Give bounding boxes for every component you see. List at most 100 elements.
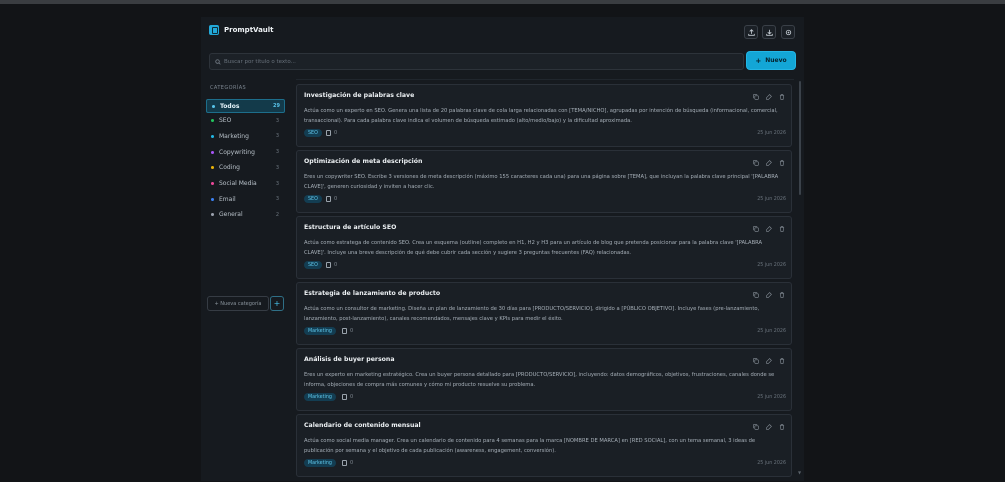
- prompt-title: Optimización de meta descripción: [304, 158, 423, 165]
- prompt-card[interactable]: Investigación de palabras clave Actúa com…: [296, 84, 792, 147]
- prompt-text: Eres un copywriter SEO. Escribe 3 versio…: [304, 174, 779, 190]
- trash-icon[interactable]: [779, 358, 785, 364]
- prompt-title: Análisis de buyer persona: [304, 356, 395, 363]
- copy-icon[interactable]: [753, 226, 759, 232]
- copy-icon[interactable]: [753, 160, 759, 166]
- edit-icon[interactable]: [766, 160, 772, 166]
- category-dot-icon: [212, 104, 215, 108]
- sidebar-item-marketing[interactable]: Marketing 3: [206, 130, 283, 142]
- scrollbar-thumb[interactable]: [799, 81, 801, 195]
- sidebar-item-coding[interactable]: Coding 3: [206, 162, 283, 174]
- usage-count: 0: [326, 130, 337, 136]
- prompt-list: Investigación de palabras clave Actúa com…: [296, 79, 794, 482]
- prompt-date: 25 jun 2026: [757, 197, 786, 202]
- card-actions: [753, 424, 785, 430]
- usage-count: 0: [326, 262, 337, 268]
- prompt-card[interactable]: Estrategia de lanzamiento de producto Act…: [296, 282, 792, 345]
- sidebar-item-count: 3: [275, 133, 279, 140]
- sidebar-item-label: SEO: [219, 117, 232, 125]
- sidebar-item-count: 2: [275, 211, 279, 218]
- plus-icon: +: [755, 56, 762, 65]
- upload-button[interactable]: [744, 25, 758, 39]
- clipboard-icon: [326, 262, 331, 268]
- trash-icon[interactable]: [779, 94, 785, 100]
- search-input[interactable]: [224, 58, 724, 65]
- sidebar-item-email[interactable]: Email 3: [206, 193, 283, 205]
- prompt-card[interactable]: Calendario de contenido mensual Actúa com…: [296, 414, 792, 477]
- edit-icon[interactable]: [766, 424, 772, 430]
- category-tag[interactable]: Marketing: [304, 459, 336, 467]
- prompt-text: Actúa como un experto en SEO. Genera una…: [304, 108, 778, 124]
- prompt-title: Estructura de artículo SEO: [304, 224, 397, 231]
- trash-icon[interactable]: [779, 226, 785, 232]
- new-category-button[interactable]: + Nueva categoría: [207, 296, 269, 311]
- card-actions: [753, 94, 785, 100]
- sidebar-item-seo[interactable]: SEO 3: [206, 115, 283, 127]
- category-tag[interactable]: SEO: [304, 129, 322, 137]
- trash-icon[interactable]: [779, 292, 785, 298]
- category-dot-icon: [211, 213, 214, 217]
- usage-count-value: 0: [350, 460, 354, 466]
- app-window: PromptVault + Nuevo CATEGORÍAS Todos 29 SE…: [201, 17, 804, 481]
- clipboard-icon: [326, 130, 331, 136]
- settings-button[interactable]: [781, 25, 795, 39]
- usage-count-value: 0: [350, 328, 354, 334]
- category-dot-icon: [211, 134, 214, 138]
- edit-icon[interactable]: [766, 292, 772, 298]
- category-tag[interactable]: Marketing: [304, 327, 336, 335]
- add-category-button[interactable]: +: [270, 296, 284, 311]
- usage-count: 0: [342, 460, 353, 466]
- edit-icon[interactable]: [766, 358, 772, 364]
- prompt-title: Calendario de contenido mensual: [304, 422, 421, 429]
- trash-icon[interactable]: [779, 424, 785, 430]
- prompt-date: 25 jun 2026: [757, 263, 786, 268]
- usage-count-value: 0: [350, 394, 354, 400]
- sidebar-item-label: Copywriting: [219, 148, 255, 156]
- sidebar-item-count: 3: [275, 117, 279, 124]
- category-tag[interactable]: SEO: [304, 261, 322, 269]
- prompt-card[interactable]: Optimización de meta descripción Eres un …: [296, 150, 792, 213]
- sidebar-item-copywriting[interactable]: Copywriting 3: [206, 146, 283, 158]
- search-field[interactable]: [209, 53, 744, 70]
- usage-count: 0: [342, 394, 353, 400]
- sidebar-item-label: General: [219, 211, 243, 219]
- copy-icon[interactable]: [753, 94, 759, 100]
- copy-icon[interactable]: [753, 292, 759, 298]
- clipboard-icon: [342, 460, 347, 466]
- sidebar-item-count: 3: [275, 164, 279, 171]
- usage-count: 0: [342, 328, 353, 334]
- prompt-text: Actúa como un consultor de marketing. Di…: [304, 306, 760, 322]
- usage-count-value: 0: [334, 130, 338, 136]
- new-prompt-button[interactable]: + Nuevo: [747, 52, 795, 69]
- card-actions: [753, 160, 785, 166]
- edit-icon[interactable]: [766, 94, 772, 100]
- category-sidebar: CATEGORÍAS Todos 29 SEO 3 Marketing 3 Copywrit…: [201, 79, 289, 479]
- prompt-date: 25 jun 2026: [757, 329, 786, 334]
- sidebar-item-social-media[interactable]: Social Media 3: [206, 178, 283, 190]
- copy-icon[interactable]: [753, 358, 759, 364]
- browser-top-strip: [0, 0, 1005, 4]
- sidebar-item-count: 3: [275, 196, 279, 203]
- scroll-down-icon[interactable]: ▼: [798, 470, 801, 475]
- sidebar-item-label: Coding: [219, 164, 240, 172]
- category-dot-icon: [211, 197, 214, 201]
- new-button-label: Nuevo: [765, 57, 787, 64]
- usage-count-value: 0: [334, 196, 338, 202]
- sidebar-item-general[interactable]: General 2: [206, 209, 283, 221]
- edit-icon[interactable]: [766, 226, 772, 232]
- app-logo-icon: [209, 25, 219, 35]
- prompt-card[interactable]: Estructura de artículo SEO Actúa como est…: [296, 216, 792, 279]
- clipboard-icon: [342, 394, 347, 400]
- card-actions: [753, 292, 785, 298]
- app-header: PromptVault: [201, 17, 804, 47]
- prompt-date: 25 jun 2026: [757, 461, 786, 466]
- prompt-date: 25 jun 2026: [757, 131, 786, 136]
- category-tag[interactable]: SEO: [304, 195, 322, 203]
- category-dot-icon: [211, 166, 214, 170]
- download-button[interactable]: [762, 25, 776, 39]
- sidebar-item-todos[interactable]: Todos 29: [206, 99, 285, 113]
- copy-icon[interactable]: [753, 424, 759, 430]
- category-tag[interactable]: Marketing: [304, 393, 336, 401]
- trash-icon[interactable]: [779, 160, 785, 166]
- prompt-card[interactable]: Análisis de buyer persona Eres un experto…: [296, 348, 792, 411]
